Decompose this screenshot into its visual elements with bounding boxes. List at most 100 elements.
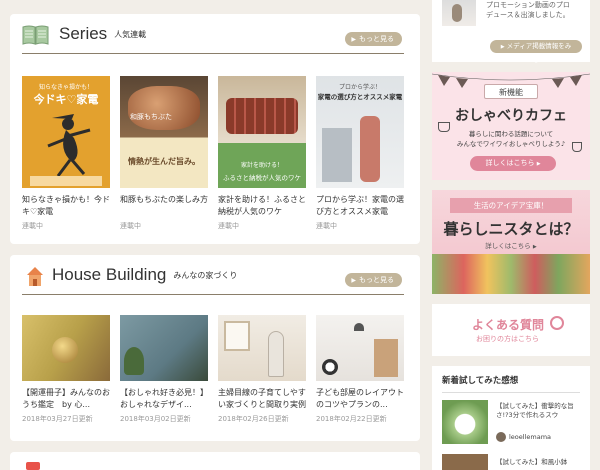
review-text[interactable]: 【試してみた】和風小鉢 [496,456,582,466]
series-card[interactable]: 知らなきゃ損かも！ 今ドキ♡家電 知らなきゃ損かも！今ドキ♡家電 連載中 [22,76,110,231]
card-thumbnail[interactable]: 知らなきゃ損かも！ 今ドキ♡家電 [22,76,110,188]
series-header: Series 人気連載 ▶ もっと見る [22,14,404,54]
faq-title: よくある質問 [472,318,545,332]
cafe-desc-1: 暮らしに関わる話題について [468,130,554,138]
shelf-image [374,339,398,377]
house-card[interactable]: 【おしゃれ好き必見！】おしゃれなデザイ... 2018年03月02日更新 [120,315,208,424]
presenter-thumbnail[interactable] [442,0,476,26]
thumb-headline: 情熱が生んだ旨み。 [128,157,200,166]
kurashi-title: 暮らしニスタとは？ [443,220,579,238]
card-date: 2018年02月22日更新 [316,415,387,423]
house-building-panel: House Building みんなの家づくり ▶ もっと見る 【開運冊子】みんなの… [10,255,420,441]
ornament-image [52,337,78,363]
reviews-heading: 新着試してみた感想 [442,376,519,386]
card-title[interactable]: 【開運冊子】みんなのおうち鑑定 by 心... [22,387,110,411]
thumb-headline: 家電の選び方とオススメ家電 [317,93,403,101]
card-title[interactable]: プロから学ぶ！家電の選び方とオススメ家電 [316,194,404,218]
ball-image [322,359,338,375]
series-card[interactable]: 家計を助ける！ ふるさと納税が人気のワケ 家計を助ける！ふるさと納税が人気のワケ… [218,76,306,231]
card-title[interactable]: 主婦目線の子育てしやすい家づくりと間取り実例 [218,387,306,411]
series-title: Series 人気連載 [59,24,147,43]
section-icon [26,462,40,470]
media-box: プロモーション動画のプロ デュース＆出演しました。 ▶ メディア掲載情報をみる [432,0,590,64]
card-status: 連載中 [218,222,239,230]
thumb-caption: 知らなきゃ損かも！ [38,84,93,91]
card-thumbnail[interactable] [316,315,404,381]
review-user[interactable]: leoellemama [509,433,551,441]
thumb-caption: プロから学ぶ！ [338,84,381,91]
cafe-desc-2: みんなでワイワイおしゃべりしよう♪ [456,140,566,148]
faq-subtitle: お困りの方はこちら [476,335,539,343]
reviews-box: 新着試してみた感想 【試してみた】衝撃的な旨さ!?3分で作れるスウ leoell… [432,366,590,470]
house-card[interactable]: 子ども部屋のレイアウトのコツやプランの... 2018年02月22日更新 [316,315,404,424]
house-subtitle: みんなの家づくり [173,271,238,281]
series-more-button[interactable]: ▶ もっと見る [345,32,402,46]
thumb-headline: 今ドキ♡家電 [33,93,99,106]
book-icon [22,24,49,45]
window-image [224,321,250,351]
card-thumbnail[interactable] [218,315,306,381]
series-subtitle: 人気連載 [114,30,147,40]
series-panel: Series 人気連載 ▶ もっと見る 知らなきゃ損かも！ 今ドキ♡家電 知らな… [10,14,420,244]
series-card[interactable]: 和豚もちぶた 情熱が生んだ旨み。 和豚もちぶたの楽しみ方 連載中 [120,76,208,231]
review-item[interactable]: 【試してみた】和風小鉢 [442,454,582,470]
cafe-button[interactable]: 詳しくはこちら ▶ [470,156,556,171]
house-card[interactable]: 主婦目線の子育てしやすい家づくりと間取り実例 2018年02月26日更新 [218,315,306,424]
review-thumbnail[interactable] [442,454,488,470]
card-date: 2018年02月26日更新 [218,415,289,423]
card-thumbnail[interactable] [22,315,110,381]
arrow-right-icon: ▶ [532,244,537,250]
house-icon [26,265,44,287]
lamp-image [354,323,364,331]
house-header: House Building みんなの家づくり ▶ もっと見る [22,255,404,295]
card-title[interactable]: 知らなきゃ損かも！今ドキ♡家電 [22,194,110,218]
media-text-2: デュース＆出演しました。 [486,11,570,19]
card-thumbnail[interactable]: 家計を助ける！ ふるさと納税が人気のワケ [218,76,306,188]
vegetables-image [432,254,590,294]
card-status: 連載中 [120,222,141,230]
card-status: 連載中 [316,222,337,230]
card-title[interactable]: 子ども部屋のレイアウトのコツやプランの... [316,387,404,411]
card-title[interactable]: 和豚もちぶたの楽しみ方 [120,194,208,218]
user-avatar [496,432,506,442]
kurashi-top-ribbon: 生活のアイデア宝庫！ [450,198,572,213]
dancing-figure-icon [30,114,102,186]
magnifier-icon [550,316,564,330]
thumb-caption: 家計を助ける！ [240,162,283,169]
cafe-banner[interactable]: 新機能 おしゃべりカフェ 暮らしに関わる話題について みんなでワイワイおしゃべり… [432,72,590,180]
cup-icon [572,142,582,152]
kurashinista-banner[interactable]: 生活のアイデア宝庫！ 暮らしニスタとは？ 詳しくはこちら ▶ [432,190,590,294]
media-text-1: プロモーション動画のプロ [486,1,570,9]
arrow-right-icon: ▶ [536,161,541,167]
plant-image [124,347,144,375]
card-thumbnail[interactable]: 和豚もちぶた 情熱が生んだ旨み。 [120,76,208,188]
cup-icon [438,122,450,132]
house-more-button[interactable]: ▶ もっと見る [345,273,402,287]
card-date: 2018年03月27日更新 [22,415,93,423]
series-card[interactable]: プロから学ぶ！ 家電の選び方とオススメ家電 プロから学ぶ！家電の選び方とオススメ… [316,76,404,231]
kurashi-button[interactable]: 詳しくはこちら ▶ [432,240,590,250]
thumb-headline: ふるさと納税が人気のワケ [223,174,301,182]
reviews-divider [442,392,580,393]
review-item[interactable]: 【試してみた】衝撃的な旨さ!?3分で作れるスウ leoellemama [442,400,582,446]
appliance-image [360,116,380,182]
card-date: 2018年03月02日更新 [120,415,191,423]
arrow-right-icon: ▶ [500,44,505,50]
steak-dish-image [226,98,298,134]
next-panel [10,452,420,470]
house-card[interactable]: 【開運冊子】みんなのおうち鑑定 by 心... 2018年03月27日更新 [22,315,110,424]
review-thumbnail[interactable] [442,400,488,444]
card-title[interactable]: 【おしゃれ好き必見！】おしゃれなデザイ... [120,387,208,411]
card-thumbnail[interactable] [120,315,208,381]
card-status: 連載中 [22,222,43,230]
card-title[interactable]: 家計を助ける！ふるさと納税が人気のワケ [218,194,306,218]
thumb-caption: 和豚もちぶた [130,113,172,121]
arrow-right-icon: ▶ [351,36,356,43]
card-thumbnail[interactable]: プロから学ぶ！ 家電の選び方とオススメ家電 [316,76,404,188]
review-text[interactable]: 【試してみた】衝撃的な旨さ!?3分で作れるスウ [496,402,582,420]
room-image [322,128,352,182]
person-image [268,331,284,377]
arrow-right-icon: ▶ [351,277,356,284]
media-button[interactable]: ▶ メディア掲載情報をみる [490,40,582,64]
faq-banner[interactable]: よくある質問 お困りの方はこちら [432,304,590,356]
